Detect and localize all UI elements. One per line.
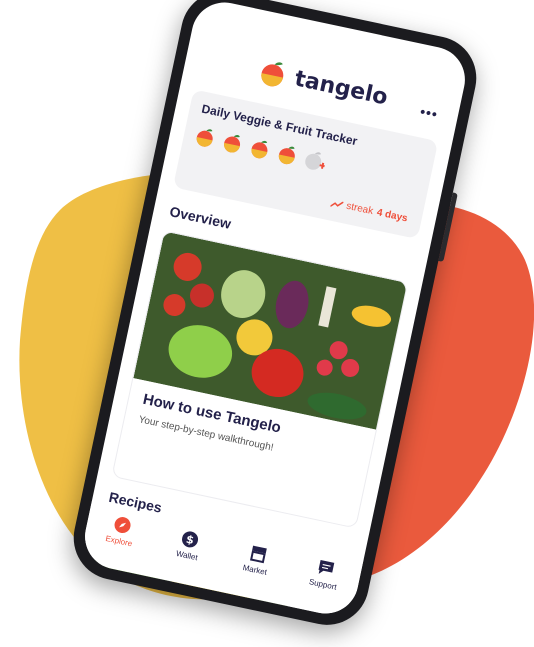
nav-label-explore: Explore	[104, 533, 134, 549]
trend-up-icon	[329, 200, 344, 207]
overview-heading: Overview	[168, 203, 233, 232]
streak-label: streak	[345, 200, 375, 218]
serving-filled-icon	[278, 146, 295, 165]
serving-filled-icon	[224, 135, 241, 153]
more-options-icon[interactable]: •••	[419, 103, 440, 122]
tangelo-logo-icon	[261, 62, 284, 87]
storefront-icon	[249, 545, 267, 564]
streak-value: 4 days	[375, 207, 409, 225]
nav-label-market: Market	[241, 563, 268, 577]
nav-label-wallet: Wallet	[175, 548, 199, 563]
phone-device: tangelo ••• Daily Veggie & Fruit Tracker…	[65, 0, 485, 633]
add-serving-icon[interactable]	[301, 148, 327, 174]
nav-wallet[interactable]: $ Wallet	[159, 525, 220, 566]
streak-indicator: streak 4 days	[329, 197, 409, 225]
how-to-card[interactable]: How to use Tangelo Your step-by-step wal…	[111, 230, 409, 529]
compass-icon	[114, 516, 131, 533]
nav-explore[interactable]: Explore	[91, 510, 152, 551]
serving-filled-icon	[251, 140, 268, 159]
nav-market[interactable]: Market	[227, 539, 288, 580]
chat-icon	[318, 560, 335, 574]
serving-filled-icon	[196, 129, 213, 147]
nav-label-support: Support	[308, 577, 338, 592]
dollar-icon: $	[182, 531, 199, 548]
phone-screen: tangelo ••• Daily Veggie & Fruit Tracker…	[78, 0, 472, 620]
brand-name: tangelo	[292, 65, 390, 110]
nav-support[interactable]: Support	[294, 554, 355, 595]
